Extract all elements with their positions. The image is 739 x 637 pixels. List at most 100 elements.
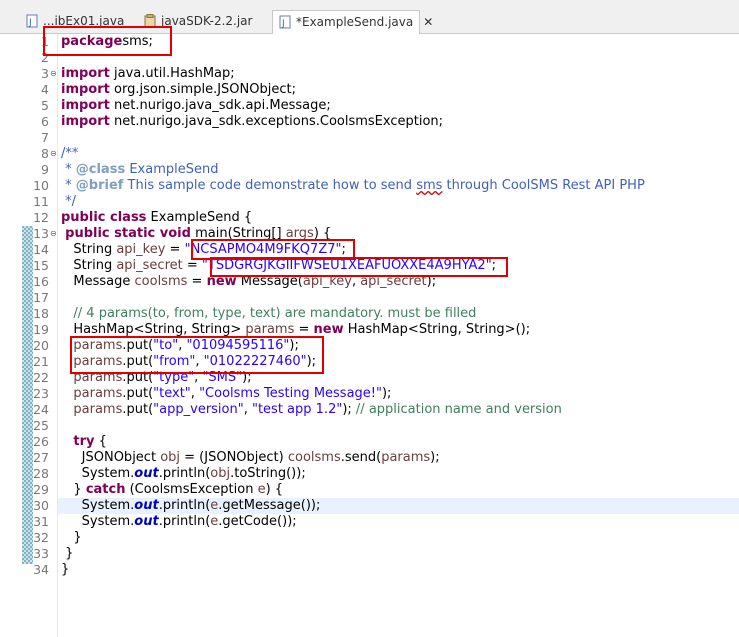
code-line[interactable]: try { [61, 434, 107, 450]
code-token: sms [416, 178, 443, 193]
code-line[interactable]: */ [61, 194, 76, 210]
line-number: 18 [33, 306, 49, 321]
code-token: System. [61, 466, 135, 481]
java-file-icon: J [279, 15, 291, 29]
gutter-divider [57, 34, 58, 637]
code-line[interactable]: } [61, 562, 69, 578]
code-token: HashMap<String, String>(); [343, 322, 531, 337]
close-icon[interactable]: ✕ [423, 15, 433, 29]
tab-label: *ExampleSend.java [296, 15, 414, 29]
line-number: 19 [33, 322, 49, 337]
code-line[interactable]: * @brief This sample code demonstrate ho… [61, 178, 645, 194]
line-number: 22 [33, 370, 49, 385]
line-number: 32 [33, 530, 49, 545]
line-number: 34 [33, 562, 49, 577]
code-token: coolsms [134, 274, 188, 289]
line-number: 8 [41, 146, 49, 161]
code-token: params [73, 402, 123, 417]
code-token: .send( [340, 450, 382, 465]
line-number: 6 [41, 114, 49, 129]
code-token: out [134, 466, 159, 481]
code-token: = [182, 258, 202, 273]
code-line[interactable]: System.out.println(e.getMessage()); [61, 498, 321, 514]
code-token: "text" [153, 386, 191, 401]
code-line[interactable]: params.put("app_version", "test app 1.2"… [61, 402, 562, 418]
line-number: 23 [33, 386, 49, 401]
code-token: String [61, 242, 117, 257]
code-token: // application name and version [355, 402, 562, 417]
code-line[interactable]: } [61, 546, 73, 562]
code-line[interactable]: System.out.println(e.getCode()); [61, 514, 297, 530]
code-line[interactable]: // 4 params(to, from, type, text) are ma… [61, 306, 476, 322]
line-number: 29 [33, 482, 49, 497]
code-token: through CoolSMS Rest API PHP [442, 178, 645, 193]
code-token: "app_version" [153, 402, 244, 417]
code-token: // 4 params(to, from, type, text) are ma… [61, 306, 477, 321]
code-token: catch [85, 482, 126, 497]
fold-collapse-icon[interactable]: ⊖ [50, 69, 57, 79]
code-line[interactable]: public class ExampleSend { [61, 210, 252, 226]
code-token: import [61, 66, 110, 81]
code-token: } [61, 530, 82, 545]
code-token: ) { [265, 482, 284, 497]
code-token: ); [381, 386, 392, 401]
code-token: String [61, 258, 117, 273]
code-line[interactable]: JSONObject obj = (JSONObject) coolsms.se… [61, 450, 440, 466]
code-line[interactable]: import org.json.simple.JSONObject; [61, 82, 296, 98]
code-line[interactable]: params.put("text", "Coolsms Testing Mess… [61, 386, 391, 402]
code-line[interactable]: import net.nurigo.java_sdk.api.Message; [61, 98, 331, 114]
svg-text:J: J [281, 19, 285, 29]
code-token: public static void [65, 226, 191, 241]
code-token: .getMessage()); [218, 498, 321, 513]
code-token: api_secret [116, 258, 183, 273]
code-token: "test app 1.2" [251, 402, 343, 417]
code-token: ExampleSend { [146, 210, 253, 225]
code-line[interactable]: * @class ExampleSend [61, 162, 218, 178]
line-number: 33 [33, 546, 49, 561]
code-token: System. [61, 514, 135, 529]
code-token: @brief [75, 178, 124, 193]
tab-label: javaSDK-2.2.jar [161, 14, 253, 28]
code-token: .getCode()); [218, 514, 297, 529]
code-token: .println( [158, 514, 211, 529]
code-token: out [134, 514, 159, 529]
tab-examplesend[interactable]: J *ExampleSend.java ✕ [272, 10, 433, 34]
line-number: 15 [33, 258, 49, 273]
line-number: 16 [33, 274, 49, 289]
code-token: params [381, 450, 431, 465]
line-number: 26 [33, 434, 49, 449]
line-number: 13 [33, 226, 49, 241]
code-token: } [61, 546, 74, 561]
code-token: net.nurigo.java_sdk.api.Message; [109, 98, 331, 113]
code-token: , [190, 386, 200, 401]
line-number: 27 [33, 450, 49, 465]
code-line[interactable]: System.out.println(obj.toString()); [61, 466, 306, 482]
code-token: .put( [122, 402, 154, 417]
code-token: out [134, 498, 159, 513]
line-number: 21 [33, 354, 49, 369]
code-line[interactable]: /** [61, 146, 78, 162]
line-number: 4 [41, 82, 49, 97]
code-token: .put( [122, 386, 154, 401]
code-line[interactable]: } catch (CoolsmsException e) { [61, 482, 283, 498]
code-token: new [313, 322, 344, 337]
fold-collapse-icon[interactable]: ⊖ [50, 229, 57, 239]
code-line[interactable]: } [61, 530, 82, 546]
code-token: .toString()); [230, 466, 306, 481]
code-token: obj [210, 466, 231, 481]
code-token: { [94, 434, 107, 449]
code-line[interactable]: import net.nurigo.java_sdk.exceptions.Co… [61, 114, 443, 130]
code-token: import [61, 82, 110, 97]
line-number: 9 [41, 162, 49, 177]
code-token: ExampleSend [125, 162, 219, 177]
code-token: = [165, 242, 185, 257]
fold-collapse-icon[interactable]: ⊖ [50, 149, 57, 159]
code-token: @class [75, 162, 126, 177]
code-line[interactable]: import java.util.HashMap; [61, 66, 235, 82]
line-number: 14 [33, 242, 49, 257]
svg-text:J: J [28, 18, 32, 28]
code-token: public class [61, 210, 147, 225]
java-file-icon: J [26, 14, 38, 28]
